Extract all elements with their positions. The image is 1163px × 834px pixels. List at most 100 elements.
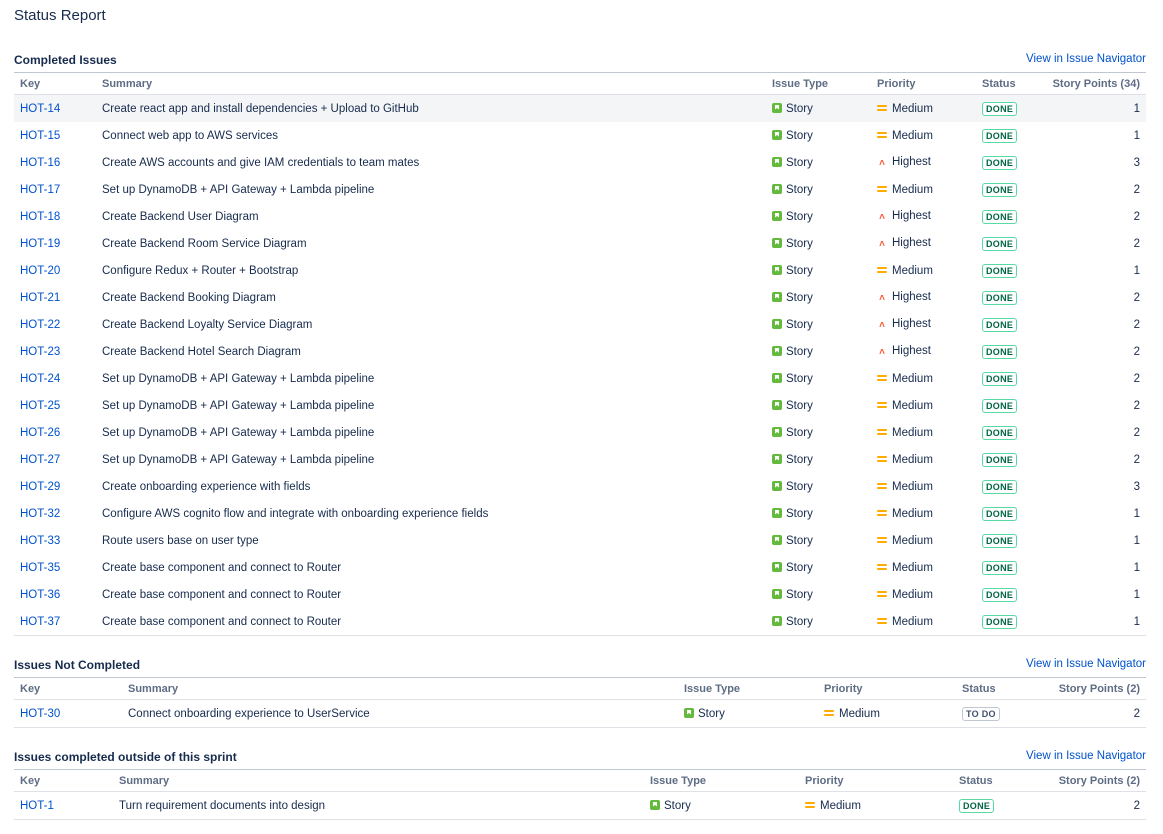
story-icon (772, 210, 782, 221)
key-cell: HOT-32 (14, 500, 96, 527)
issue-type-label: Story (786, 534, 813, 547)
issue-key-link[interactable]: HOT-1 (20, 800, 54, 812)
story-points-cell: 2 (1133, 345, 1140, 358)
priority-medium-icon (877, 481, 887, 491)
table-row: HOT-30 Connect onboarding experience to U… (14, 699, 1146, 728)
issue-key-link[interactable]: HOT-29 (20, 481, 60, 493)
key-cell: HOT-27 (14, 446, 96, 473)
issue-key-link[interactable]: HOT-21 (20, 292, 60, 304)
issue-key-link[interactable]: HOT-17 (20, 184, 60, 196)
story-points-cell: 1 (1133, 534, 1140, 547)
status-cell: DONE (976, 527, 1041, 554)
story-points-cell: 2 (1133, 426, 1140, 439)
issue-key-link[interactable]: HOT-15 (20, 130, 60, 142)
summary-cell: Create Backend Room Service Diagram (102, 237, 307, 250)
story-icon (772, 588, 782, 599)
issue-key-link[interactable]: HOT-19 (20, 238, 60, 250)
status-badge: DONE (982, 398, 1018, 413)
status-cell: DONE (976, 581, 1041, 608)
column-header: Key (14, 72, 96, 95)
priority-label: Medium (892, 129, 933, 142)
key-cell: HOT-22 (14, 311, 96, 338)
issue-key-link[interactable]: HOT-20 (20, 265, 60, 277)
issue-type-label: Story (786, 399, 813, 412)
issue-type-label: Story (786, 102, 813, 115)
priority-cell: Medium (871, 176, 976, 203)
story-points-cell: 1 (1041, 94, 1146, 122)
issue-type-cell: Story (766, 473, 871, 500)
priority-cell: Medium (871, 446, 976, 473)
issue-type-cell: Story (766, 446, 871, 473)
issue-type-cell: Story (766, 203, 871, 230)
summary-cell: Create base component and connect to Rou… (102, 588, 342, 601)
key-cell: HOT-14 (14, 94, 96, 122)
issue-type-label: Story (786, 237, 813, 250)
story-icon (772, 156, 782, 167)
summary-cell: Create Backend Loyalty Service Diagram (102, 318, 313, 331)
issue-key-link[interactable]: HOT-37 (20, 616, 60, 628)
story-points-cell: 2 (1046, 699, 1146, 728)
table-row: HOT-16 Create AWS accounts and give IAM c… (14, 149, 1146, 176)
status-cell: DONE (976, 473, 1041, 500)
priority-cell: ˄ Highest (871, 338, 976, 365)
priority-cell: Medium (871, 122, 976, 149)
story-icon (772, 507, 782, 518)
priority-cell: Medium (871, 392, 976, 419)
issue-key-link[interactable]: HOT-27 (20, 454, 60, 466)
issue-key-link[interactable]: HOT-30 (20, 708, 60, 720)
story-icon (772, 183, 782, 194)
table-row: HOT-27 Set up DynamoDB + API Gateway + La… (14, 446, 1146, 473)
summary-cell: Create react app and install dependencie… (96, 94, 766, 122)
issue-key-link[interactable]: HOT-33 (20, 535, 60, 547)
table-row: HOT-22 Create Backend Loyalty Service Dia… (14, 311, 1146, 338)
issue-key-link[interactable]: HOT-36 (20, 589, 60, 601)
priority-label: Medium (892, 426, 933, 439)
column-header: Issue Type (766, 72, 871, 95)
issue-key-link[interactable]: HOT-32 (20, 508, 60, 520)
priority-label: Highest (892, 291, 931, 303)
summary-cell: Set up DynamoDB + API Gateway + Lambda p… (102, 453, 375, 466)
issue-key-link[interactable]: HOT-14 (20, 103, 60, 115)
issue-key-link[interactable]: HOT-35 (20, 562, 60, 574)
status-badge: DONE (982, 479, 1018, 494)
issue-key-link[interactable]: HOT-24 (20, 373, 60, 385)
story-points-cell: 2 (1133, 318, 1140, 331)
priority-cell: Medium (871, 94, 976, 122)
column-header: Summary (96, 72, 766, 95)
issue-type-label: Story (786, 318, 813, 331)
table-row: HOT-32 Configure AWS cognito flow and int… (14, 500, 1146, 527)
table-row: HOT-33 Route users base on user type Story… (14, 527, 1146, 554)
story-points-cell: 1 (1041, 608, 1146, 636)
issue-type-cell: Story (766, 176, 871, 203)
issue-type-label: Story (786, 426, 813, 439)
key-cell: HOT-18 (14, 203, 96, 230)
status-cell: DONE (976, 311, 1041, 338)
view-in-issue-navigator-link[interactable]: View in Issue Navigator (1026, 750, 1146, 762)
view-in-issue-navigator-link[interactable]: View in Issue Navigator (1026, 53, 1146, 65)
status-cell: DONE (976, 608, 1041, 636)
priority-label: Medium (892, 480, 933, 493)
issue-type-label: Story (786, 129, 813, 142)
issue-key-link[interactable]: HOT-25 (20, 400, 60, 412)
story-points-cell: 1 (1133, 588, 1140, 601)
column-header: Priority (799, 769, 953, 792)
column-header: Status (953, 769, 1041, 792)
summary-cell: Configure AWS cognito flow and integrate… (102, 507, 489, 520)
issue-key-link[interactable]: HOT-26 (20, 427, 60, 439)
table-row: HOT-35 Create base component and connect … (14, 554, 1146, 581)
issue-key-link[interactable]: HOT-16 (20, 157, 60, 169)
issue-key-link[interactable]: HOT-22 (20, 319, 60, 331)
priority-medium-icon (805, 800, 815, 810)
status-badge: DONE (982, 614, 1018, 629)
priority-medium-icon (877, 265, 887, 275)
issue-type-cell: Story (766, 419, 871, 446)
story-points-cell: 2 (1133, 399, 1140, 412)
issue-key-link[interactable]: HOT-18 (20, 211, 60, 223)
view-in-issue-navigator-link[interactable]: View in Issue Navigator (1026, 658, 1146, 670)
summary-cell: Configure Redux + Router + Bootstrap (102, 264, 299, 277)
issue-type-cell: Story (766, 392, 871, 419)
issue-key-link[interactable]: HOT-23 (20, 346, 60, 358)
status-badge: DONE (982, 560, 1018, 575)
status-cell: DONE (976, 338, 1041, 365)
issue-type-cell: Story (766, 554, 871, 581)
